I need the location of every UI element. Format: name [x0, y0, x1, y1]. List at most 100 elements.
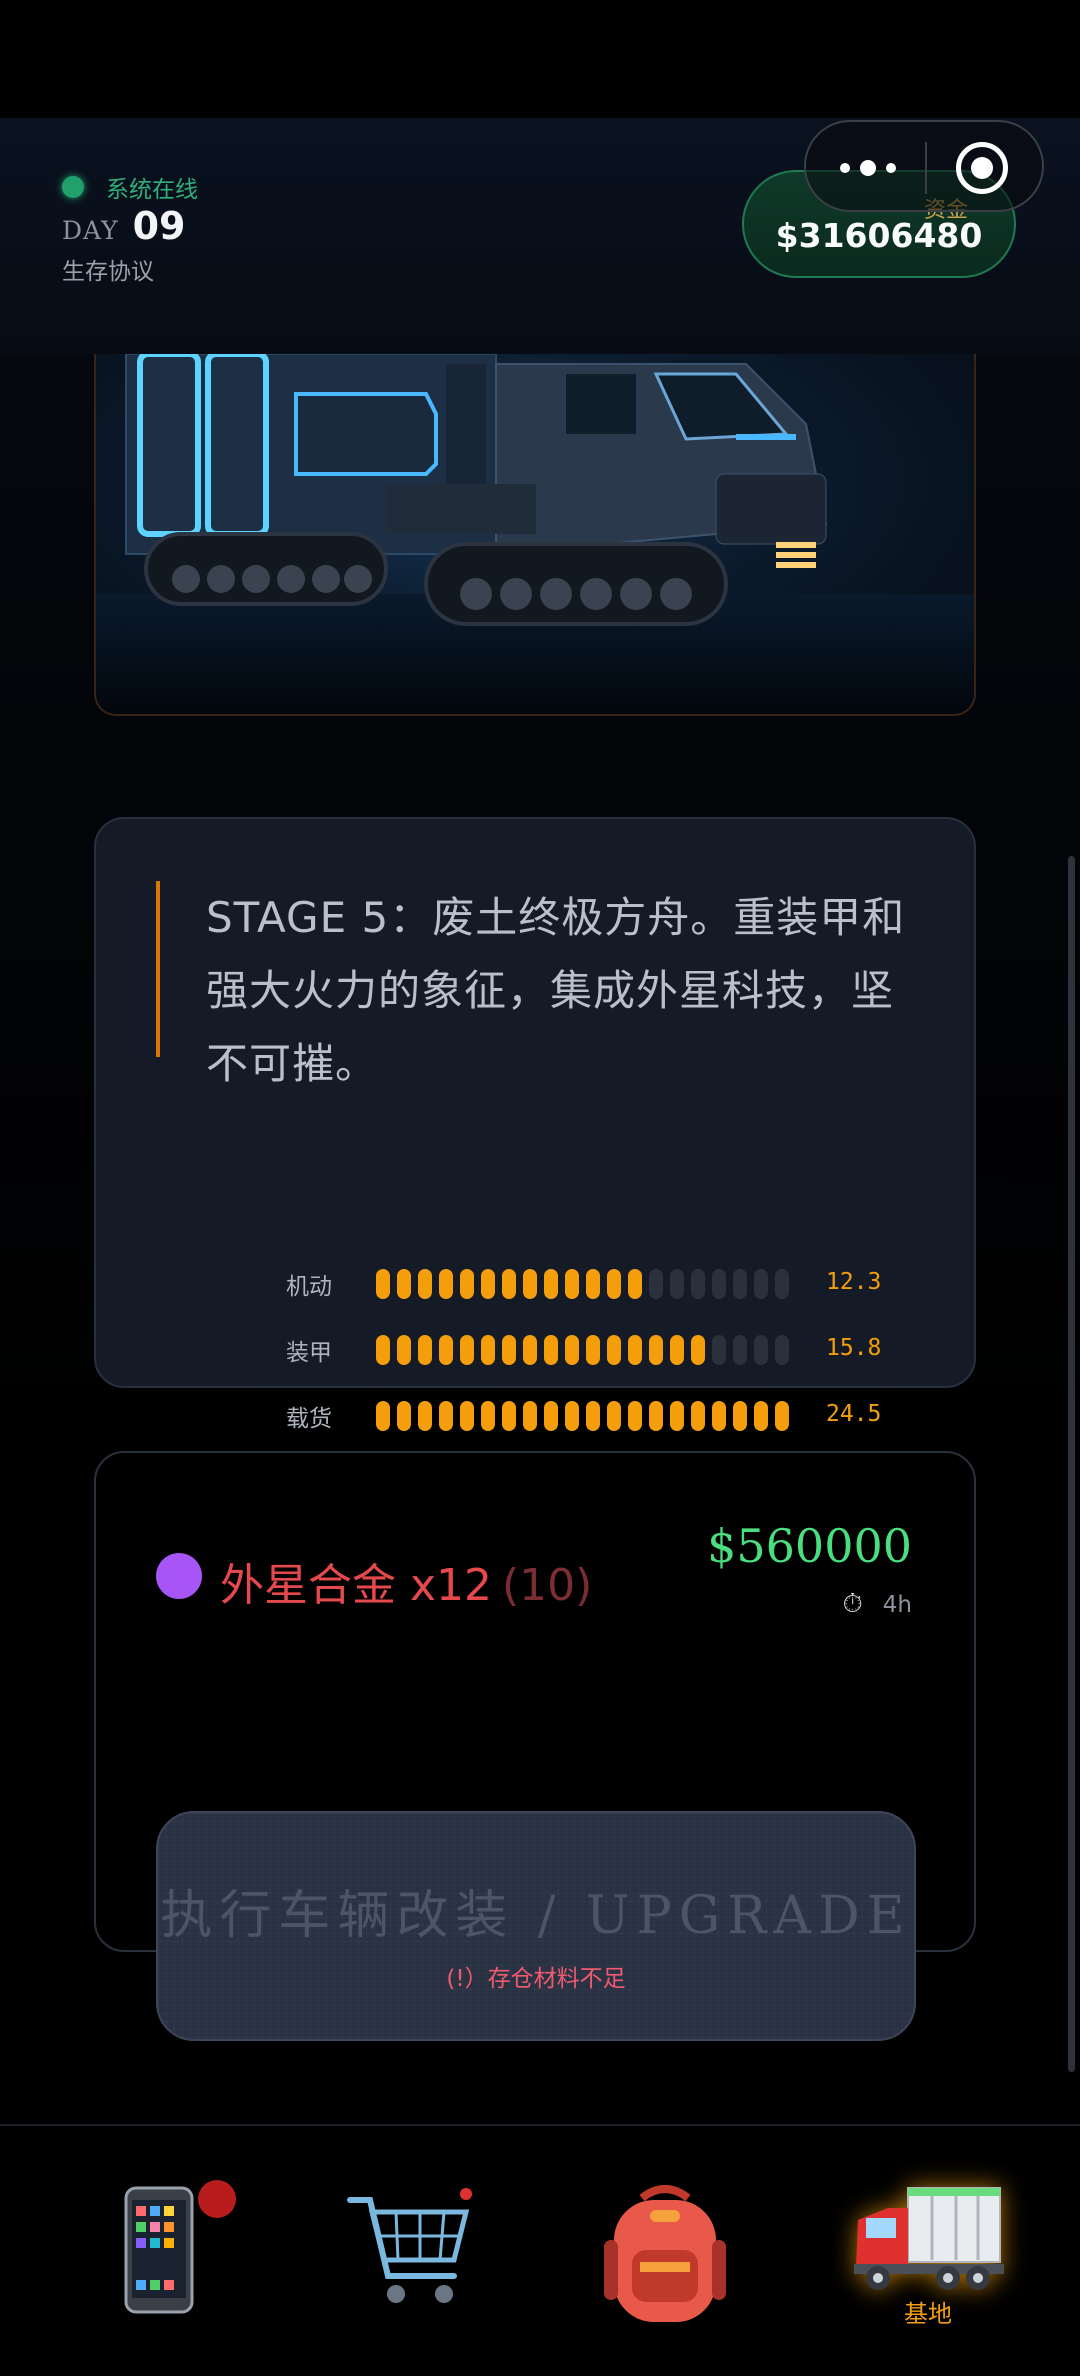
stat-bar-segment	[712, 1269, 726, 1299]
day-counter: DAY 09	[62, 204, 185, 248]
header: 系统在线 DAY 09 生存协议 资金 $31606480	[0, 118, 1080, 354]
vehicle-image	[94, 354, 976, 716]
stat-bar-segment	[523, 1401, 537, 1431]
material-gem-icon	[156, 1553, 202, 1599]
day-label: DAY	[62, 216, 119, 245]
stat-bar-segment	[691, 1335, 705, 1365]
stat-bar-segment	[397, 1335, 411, 1365]
stat-bar-segment	[628, 1335, 642, 1365]
stat-bar-segment	[775, 1401, 789, 1431]
stat-bar-segment	[670, 1401, 684, 1431]
stat-value: 12.3	[826, 1269, 882, 1295]
upgrade-time: ⏱ 4h	[843, 1589, 913, 1620]
nav-label-base: 基地	[904, 2300, 952, 2328]
stat-bar-segment	[376, 1269, 390, 1299]
stat-value: 24.5	[826, 1401, 882, 1427]
nav-tab-shop[interactable]	[336, 2180, 486, 2360]
funds-value: $31606480	[775, 216, 983, 255]
system-status: 系统在线	[62, 170, 198, 204]
stat-bar-segment	[418, 1269, 432, 1299]
stat-bar-segment	[670, 1335, 684, 1365]
stat-row-armor: 装甲 15.8	[286, 1329, 886, 1369]
stat-bar-segment	[649, 1335, 663, 1365]
stage-accent-bar	[156, 881, 160, 1057]
stat-bar-segment	[481, 1335, 495, 1365]
nav-tab-phone[interactable]	[86, 2180, 236, 2360]
truck-icon	[854, 2187, 1004, 2290]
stat-bar-segment	[628, 1401, 642, 1431]
stat-bar-segment	[523, 1335, 537, 1365]
stat-bar-segment	[481, 1401, 495, 1431]
system-status-text: 系统在线	[106, 177, 198, 203]
day-number: 09	[132, 204, 186, 248]
insufficient-materials-warning: (!）存仓材料不足	[446, 1966, 626, 1992]
stat-bar-segment	[754, 1335, 768, 1365]
stat-bar-segment	[544, 1269, 558, 1299]
stat-bar-segment	[439, 1335, 453, 1365]
miniprogram-capsule	[804, 120, 1044, 212]
stat-bar-segment	[565, 1335, 579, 1365]
stat-bar-segment	[376, 1401, 390, 1431]
stat-bar-segment	[775, 1335, 789, 1365]
stat-bar-segment	[376, 1335, 390, 1365]
stat-bar-segment	[670, 1269, 684, 1299]
stat-bar-segment	[397, 1269, 411, 1299]
material-card: 外星合金 x12 (10) $560000 ⏱ 4h 执行车辆改装 / UPGRA…	[94, 1451, 976, 2041]
status-bar-area	[0, 0, 1080, 118]
stat-bar-segment	[544, 1335, 558, 1365]
nav-tab-base[interactable]: 基地	[848, 2180, 1008, 2360]
stat-bar-segment	[754, 1401, 768, 1431]
stat-bar-segment	[502, 1269, 516, 1299]
stat-bar-segment	[439, 1401, 453, 1431]
stat-bar-segment	[502, 1335, 516, 1365]
stat-value: 15.8	[826, 1335, 882, 1361]
capsule-divider	[925, 142, 927, 194]
stat-bar-segment	[712, 1401, 726, 1431]
stat-row-cargo: 载货 24.5	[286, 1395, 886, 1435]
backpack-icon	[604, 2185, 726, 2322]
close-miniprogram-icon[interactable]	[956, 142, 1008, 194]
stat-label: 机动	[286, 1274, 332, 1300]
upgrade-button-label: 执行车辆改装 / UPGRADE	[160, 1886, 912, 1946]
notification-badge	[198, 2180, 236, 2218]
stat-bar-segment	[733, 1269, 747, 1299]
stat-bar-segment	[397, 1401, 411, 1431]
stat-bar-segment	[586, 1269, 600, 1299]
stat-label: 载货	[286, 1406, 332, 1432]
scrollbar[interactable]	[1068, 856, 1075, 2072]
app-screen: 系统在线 DAY 09 生存协议 资金 $31606480	[0, 118, 1080, 2376]
stat-bar-segment	[607, 1269, 621, 1299]
stat-bar-segment	[691, 1401, 705, 1431]
nav-tab-backpack[interactable]	[590, 2180, 740, 2360]
stopwatch-icon: ⏱	[842, 1589, 863, 1619]
bottom-nav: 基地	[0, 2124, 1080, 2376]
stat-row-mobility: 机动 12.3	[286, 1263, 886, 1303]
stat-bar-segment	[754, 1269, 768, 1299]
material-name-text: 外星合金 x12	[220, 1560, 493, 1611]
stage-card: STAGE 5：废土终极方舟。重装甲和强大火力的象征，集成外星科技，坚不可摧。 …	[94, 817, 976, 1432]
stat-bar-segment	[544, 1401, 558, 1431]
stat-bar-segment	[586, 1335, 600, 1365]
stat-bar-segment	[460, 1335, 474, 1365]
stat-bar-segment	[775, 1269, 789, 1299]
stat-bar-segment	[628, 1269, 642, 1299]
stat-bar-segment	[733, 1335, 747, 1365]
stat-bar-segment	[481, 1269, 495, 1299]
stat-label: 装甲	[286, 1340, 332, 1366]
stat-bar-segment	[418, 1401, 432, 1431]
protocol-label: 生存协议	[62, 259, 154, 285]
online-indicator-icon	[62, 176, 84, 198]
stage-description: STAGE 5：废土终极方舟。重装甲和强大火力的象征，集成外星科技，坚不可摧。	[206, 893, 906, 1088]
upgrade-button[interactable]: 执行车辆改装 / UPGRADE (!）存仓材料不足	[156, 1811, 916, 2041]
shopping-cart-icon	[347, 2188, 472, 2303]
stat-bar-segment	[439, 1269, 453, 1299]
stat-bar-segment	[418, 1335, 432, 1365]
more-options-icon[interactable]	[840, 150, 896, 186]
stat-bar-segment	[565, 1401, 579, 1431]
stat-bar-segment	[586, 1401, 600, 1431]
stat-bar-segment	[460, 1401, 474, 1431]
stat-bar-segment	[607, 1335, 621, 1365]
stat-bar-segment	[607, 1401, 621, 1431]
material-required: (10)	[502, 1560, 593, 1611]
stat-bar-segment	[649, 1269, 663, 1299]
